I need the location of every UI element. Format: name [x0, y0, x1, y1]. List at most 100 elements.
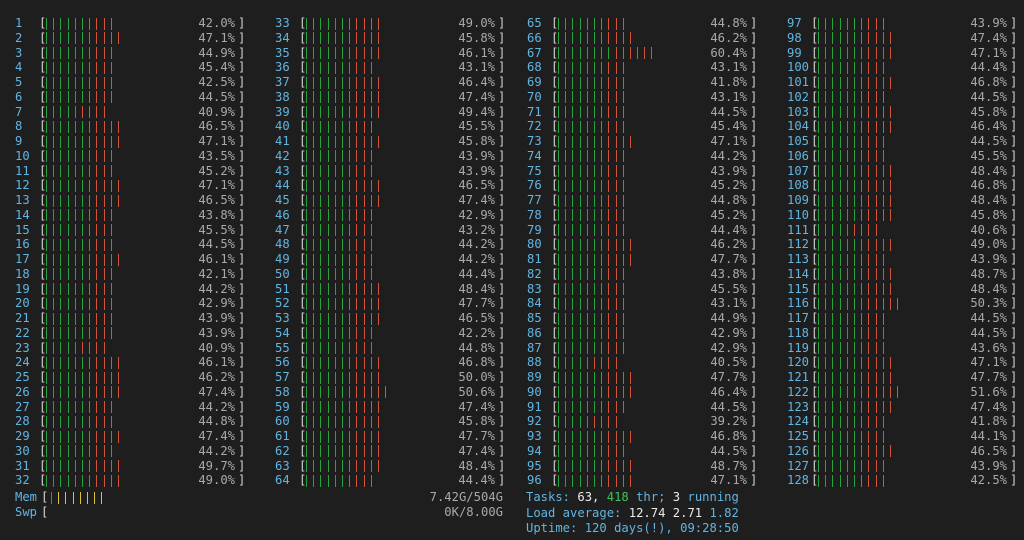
meter-close-bracket: ] [1010, 384, 1018, 399]
cpu-bar-fill [306, 400, 385, 415]
cpu-bar-segment [615, 460, 617, 472]
cpu-bar-segment [601, 135, 603, 148]
cpu-bar-segment [593, 401, 595, 413]
cpu-bar-segment [74, 327, 76, 340]
cpu-bar-segment [53, 106, 55, 118]
cpu-bar-segment [875, 224, 877, 236]
cpu-bar-segment [565, 32, 567, 45]
cpu-percent: 49.0% [970, 237, 1007, 252]
cpu-bar-segment [341, 120, 343, 133]
cpu-bar-segment [356, 268, 358, 281]
cpu-bar-segment [601, 474, 603, 487]
cpu-percent: 45.8% [458, 414, 495, 429]
cpu-bar-segment [377, 135, 379, 148]
cpu-bar-segment [320, 386, 322, 399]
mem-bar-segment [72, 491, 74, 504]
cpu-meter: 1[42.0%] [15, 16, 245, 31]
cpu-bar-segment [67, 47, 69, 59]
cpu-bar-segment [615, 224, 617, 236]
cpu-meter: 3[44.9%] [15, 46, 245, 61]
cpu-bar-segment [377, 445, 379, 458]
cpu-bar-segment [608, 224, 610, 236]
cpu-bar-segment [832, 179, 834, 192]
cpu-bar-segment [601, 179, 603, 192]
meter-close-bracket: ] [750, 340, 758, 355]
cpu-bar-segment [313, 135, 315, 148]
cpu-bar-fill [818, 75, 897, 90]
cpu-number: 15 [15, 222, 30, 237]
cpu-bar-segment [839, 61, 841, 74]
cpu-bar-segment [889, 120, 891, 133]
cpu-bar-segment [615, 17, 617, 30]
cpu-bar-segment [882, 253, 884, 266]
cpu-percent: 43.9% [458, 163, 495, 178]
cpu-meter: 97[43.9%] [787, 16, 1017, 31]
cpu-bar-segment [60, 150, 62, 163]
cpu-bar-segment [853, 17, 855, 30]
cpu-bar-segment [67, 445, 69, 458]
cpu-bar-segment [341, 460, 343, 472]
cpu-bar-fill [306, 414, 385, 429]
cpu-number: 32 [15, 473, 30, 488]
cpu-bar-segment [110, 120, 112, 133]
cpu-bar-segment [67, 386, 69, 399]
cpu-bar-segment [327, 238, 329, 251]
cpu-bar-segment [377, 106, 379, 118]
cpu-bar-segment [889, 283, 891, 295]
meter-close-bracket: ] [238, 311, 246, 325]
cpu-bar-segment [81, 474, 83, 487]
meter-close-bracket: ] [238, 222, 246, 237]
cpu-bar-segment [593, 194, 595, 207]
cpu-bar-segment [593, 209, 595, 222]
cpu-bar-segment [897, 297, 899, 310]
cpu-bar-segment [327, 47, 329, 59]
cpu-meter: 51[48.4%] [275, 282, 505, 297]
meter-close-bracket: ] [750, 355, 758, 370]
cpu-bar-segment [46, 445, 47, 458]
cpu-meter: 59[47.4%] [275, 400, 505, 415]
cpu-bar-segment [363, 312, 365, 325]
meter-close-bracket: ] [238, 148, 246, 163]
cpu-bar-segment [586, 106, 588, 118]
load-5: 2.71 [672, 505, 703, 520]
cpu-bar-segment [60, 224, 62, 236]
cpu-bar-segment [370, 47, 372, 59]
swp-value: 0K/8.00G [444, 504, 503, 519]
cpu-number: 43 [275, 163, 290, 178]
cpu-percent: 46.2% [710, 30, 747, 45]
cpu-bar-segment [320, 460, 322, 472]
cpu-bar-segment [615, 61, 617, 74]
cpu-percent: 45.8% [458, 134, 495, 148]
cpu-bar-segment [103, 17, 105, 30]
cpu-bar-segment [60, 371, 62, 384]
meter-close-bracket: ] [498, 458, 506, 473]
meter-close-bracket: ] [238, 266, 246, 281]
cpu-bar-segment [608, 460, 610, 472]
cpu-bar-segment [875, 106, 877, 118]
cpu-bar-segment [385, 386, 387, 399]
cpu-bar-segment [370, 327, 372, 340]
cpu-bar-segment [853, 150, 855, 163]
cpu-meter: 46[42.9%] [275, 208, 505, 223]
cpu-bar-segment [103, 209, 105, 222]
cpu-number: 45 [275, 193, 290, 207]
meter-close-bracket: ] [498, 399, 506, 414]
cpu-bar-fill [306, 385, 392, 400]
cpu-percent: 44.5% [710, 399, 747, 414]
cpu-percent: 46.2% [710, 237, 747, 252]
cpu-bar-segment [818, 401, 819, 413]
cpu-bar-fill [818, 223, 883, 238]
cpu-bar-segment [558, 209, 559, 222]
cpu-meter: 43[43.9%] [275, 164, 505, 179]
cpu-bar-segment [579, 165, 581, 177]
cpu-bar-segment [601, 356, 603, 369]
meter-close-bracket: ] [238, 89, 246, 104]
cpu-percent: 44.5% [710, 443, 747, 458]
cpu-bar-segment [110, 401, 112, 413]
cpu-meter: 19[44.2%] [15, 282, 245, 297]
cpu-bar-segment [586, 386, 588, 399]
cpu-bar-segment [320, 253, 322, 266]
meter-close-bracket: ] [498, 325, 506, 340]
cpu-bar-segment [96, 401, 98, 413]
cpu-bar-segment [853, 76, 855, 89]
